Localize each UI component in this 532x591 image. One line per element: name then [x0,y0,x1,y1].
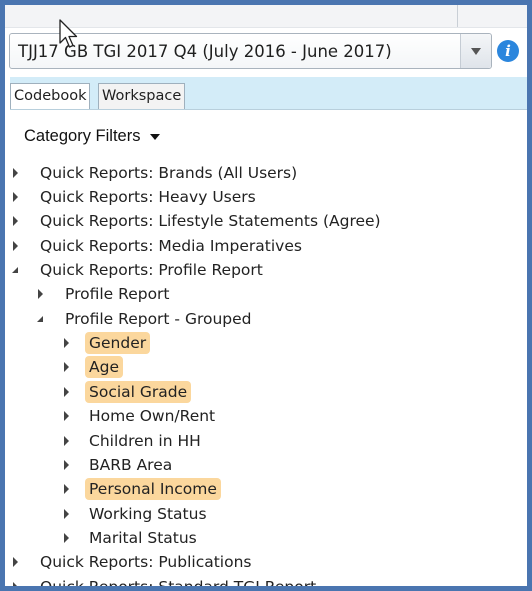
expand-arrow-icon[interactable] [13,557,18,567]
tree-item-label: Quick Reports: Profile Report [40,261,263,279]
tree-item-gender[interactable]: Gender [5,332,515,354]
tree-item-label: Quick Reports: Media Imperatives [40,237,302,255]
expand-arrow-icon[interactable] [64,362,69,372]
expand-arrow-icon[interactable] [64,411,69,421]
codebook-panel: TJJ17 GB TGI 2017 Q4 (July 2016 - June 2… [0,0,532,591]
tree-item-personal-income[interactable]: Personal Income [5,478,515,500]
tree-item-quick-publications[interactable]: Quick Reports: Publications [5,551,515,573]
top-strip [5,5,527,28]
expand-arrow-icon[interactable] [13,582,18,586]
expand-arrow-icon[interactable] [13,216,18,226]
tree-item-quick-heavy[interactable]: Quick Reports: Heavy Users [5,186,515,208]
category-filters-label: Category Filters [24,127,141,145]
tree-item-label: Quick Reports: Lifestyle Statements (Agr… [40,212,381,230]
tree-item-quick-standard[interactable]: Quick Reports: Standard TGI Report [5,576,515,591]
tree-item-label: Quick Reports: Brands (All Users) [40,164,298,182]
tree-item-barb[interactable]: BARB Area [5,454,515,476]
tab-bar: Codebook Workspace [10,77,527,110]
expand-arrow-icon[interactable] [13,192,18,202]
category-filters-dropdown[interactable]: Category Filters [24,127,161,146]
expand-arrow-icon[interactable] [13,241,18,251]
tree-item-label: Profile Report [65,285,170,303]
tree-item-label: Children in HH [89,432,201,450]
tree-item-children[interactable]: Children in HH [5,430,515,452]
tree-item-social-grade[interactable]: Social Grade [5,381,515,403]
info-icon[interactable]: i [497,40,519,62]
mouse-pointer-icon [59,19,78,48]
tree-item-label: Social Grade [85,381,192,403]
tree-item-label: Quick Reports: Heavy Users [40,188,256,206]
tree-item-profile-grouped[interactable]: Profile Report - Grouped [5,308,515,330]
tree-item-home-own[interactable]: Home Own/Rent [5,405,515,427]
collapse-arrow-icon[interactable] [37,316,43,322]
tree-item-quick-brands[interactable]: Quick Reports: Brands (All Users) [5,162,515,184]
tree-item-label: Quick Reports: Standard TGI Report [40,578,317,591]
tree-item-label: Personal Income [85,478,221,500]
tree-item-profile-report[interactable]: Profile Report [5,283,515,305]
tree-item-age[interactable]: Age [5,356,515,378]
top-divider [457,5,458,27]
expand-arrow-icon[interactable] [64,533,69,543]
tab-codebook[interactable]: Codebook [10,83,91,109]
tree-item-label: Gender [85,332,151,354]
tree-item-label: Quick Reports: Publications [40,553,252,571]
expand-arrow-icon[interactable] [64,436,69,446]
expand-arrow-icon[interactable] [13,168,18,178]
expand-arrow-icon[interactable] [64,387,69,397]
caret-down-icon [150,133,161,140]
tree-item-label: Working Status [89,505,207,523]
tree-item-marital-status[interactable]: Marital Status [5,527,515,549]
tree-item-label: Marital Status [89,529,197,547]
tree-item-label: BARB Area [89,456,173,474]
chevron-down-icon[interactable] [460,34,491,68]
tree-item-label: Home Own/Rent [89,407,216,425]
tab-workspace[interactable]: Workspace [98,83,186,109]
expand-arrow-icon[interactable] [64,509,69,519]
expand-arrow-icon[interactable] [64,460,69,470]
tree-item-label: Age [85,356,123,378]
tree-item-quick-profile[interactable]: Quick Reports: Profile Report [5,259,515,281]
collapse-arrow-icon[interactable] [12,267,18,273]
tree-item-quick-media[interactable]: Quick Reports: Media Imperatives [5,235,515,257]
expand-arrow-icon[interactable] [64,338,69,348]
tree-item-label: Profile Report - Grouped [65,310,252,328]
expand-arrow-icon[interactable] [64,484,69,494]
tree-item-quick-lifestyle[interactable]: Quick Reports: Lifestyle Statements (Agr… [5,210,515,232]
tree-item-working-status[interactable]: Working Status [5,503,515,525]
expand-arrow-icon[interactable] [38,289,43,299]
